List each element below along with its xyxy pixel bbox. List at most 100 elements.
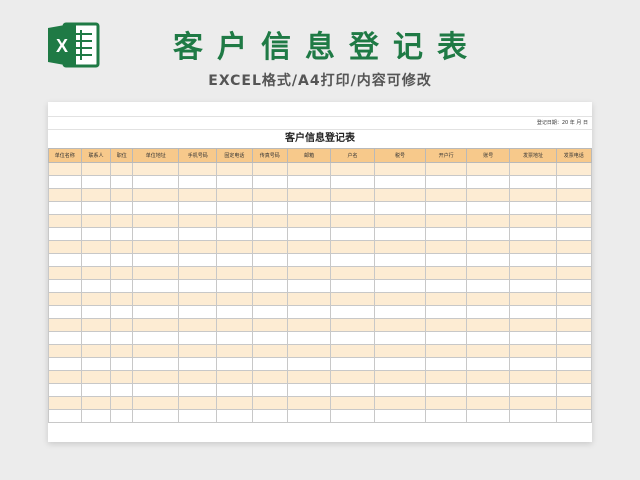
table-cell[interactable] <box>48 214 82 228</box>
table-cell[interactable] <box>555 214 592 228</box>
table-cell[interactable] <box>373 201 427 215</box>
table-cell[interactable] <box>110 396 134 410</box>
table-cell[interactable] <box>330 370 375 384</box>
table-cell[interactable] <box>251 396 288 410</box>
table-cell[interactable] <box>466 370 511 384</box>
table-cell[interactable] <box>110 279 134 293</box>
table-cell[interactable] <box>466 331 511 345</box>
table-cell[interactable] <box>555 383 592 397</box>
table-cell[interactable] <box>555 201 592 215</box>
table-cell[interactable] <box>286 201 332 215</box>
table-cell[interactable] <box>48 344 82 358</box>
table-cell[interactable] <box>132 227 180 241</box>
table-cell[interactable] <box>110 344 134 358</box>
table-cell[interactable] <box>110 201 134 215</box>
table-cell[interactable] <box>373 253 427 267</box>
table-cell[interactable] <box>132 162 180 176</box>
table-cell[interactable] <box>132 253 180 267</box>
table-cell[interactable] <box>48 331 82 345</box>
table-cell[interactable] <box>216 292 253 306</box>
table-cell[interactable] <box>216 344 253 358</box>
table-cell[interactable] <box>425 370 468 384</box>
table-cell[interactable] <box>110 214 134 228</box>
table-cell[interactable] <box>251 253 288 267</box>
table-cell[interactable] <box>216 370 253 384</box>
table-cell[interactable] <box>425 188 468 202</box>
table-cell[interactable] <box>330 201 375 215</box>
table-cell[interactable] <box>509 357 557 371</box>
table-cell[interactable] <box>466 292 511 306</box>
column-header[interactable]: 邮箱 <box>286 148 332 163</box>
column-header[interactable]: 账号 <box>466 148 511 163</box>
table-cell[interactable] <box>509 318 557 332</box>
table-cell[interactable] <box>216 357 253 371</box>
table-cell[interactable] <box>286 162 332 176</box>
table-cell[interactable] <box>425 201 468 215</box>
table-cell[interactable] <box>286 357 332 371</box>
table-cell[interactable] <box>178 318 218 332</box>
table-cell[interactable] <box>251 279 288 293</box>
table-cell[interactable] <box>132 175 180 189</box>
table-cell[interactable] <box>216 253 253 267</box>
table-cell[interactable] <box>251 331 288 345</box>
table-cell[interactable] <box>425 292 468 306</box>
table-cell[interactable] <box>330 175 375 189</box>
table-cell[interactable] <box>555 409 592 423</box>
table-cell[interactable] <box>178 409 218 423</box>
table-cell[interactable] <box>466 162 511 176</box>
table-cell[interactable] <box>251 240 288 254</box>
table-cell[interactable] <box>178 370 218 384</box>
table-cell[interactable] <box>555 318 592 332</box>
table-cell[interactable] <box>330 214 375 228</box>
table-cell[interactable] <box>286 227 332 241</box>
table-cell[interactable] <box>178 279 218 293</box>
table-cell[interactable] <box>132 331 180 345</box>
table-cell[interactable] <box>48 318 82 332</box>
table-cell[interactable] <box>286 331 332 345</box>
table-cell[interactable] <box>80 240 112 254</box>
table-cell[interactable] <box>286 279 332 293</box>
table-cell[interactable] <box>425 409 468 423</box>
table-cell[interactable] <box>80 214 112 228</box>
table-cell[interactable] <box>555 279 592 293</box>
table-cell[interactable] <box>330 318 375 332</box>
table-cell[interactable] <box>48 240 82 254</box>
table-cell[interactable] <box>330 409 375 423</box>
table-cell[interactable] <box>110 240 134 254</box>
table-cell[interactable] <box>555 227 592 241</box>
table-cell[interactable] <box>132 292 180 306</box>
table-cell[interactable] <box>178 227 218 241</box>
table-cell[interactable] <box>216 266 253 280</box>
table-cell[interactable] <box>509 201 557 215</box>
table-cell[interactable] <box>425 344 468 358</box>
column-header[interactable]: 职位 <box>110 148 134 163</box>
table-cell[interactable] <box>425 318 468 332</box>
table-cell[interactable] <box>509 396 557 410</box>
column-header[interactable]: 开户行 <box>425 148 468 163</box>
table-cell[interactable] <box>373 292 427 306</box>
table-cell[interactable] <box>425 383 468 397</box>
table-cell[interactable] <box>132 409 180 423</box>
table-cell[interactable] <box>509 344 557 358</box>
column-header[interactable]: 手机号码 <box>178 148 218 163</box>
table-cell[interactable] <box>555 357 592 371</box>
column-header[interactable]: 税号 <box>373 148 427 163</box>
table-cell[interactable] <box>132 318 180 332</box>
table-cell[interactable] <box>555 175 592 189</box>
table-cell[interactable] <box>373 331 427 345</box>
table-cell[interactable] <box>509 266 557 280</box>
table-cell[interactable] <box>80 409 112 423</box>
table-cell[interactable] <box>373 214 427 228</box>
table-cell[interactable] <box>178 344 218 358</box>
table-cell[interactable] <box>48 357 82 371</box>
table-cell[interactable] <box>466 214 511 228</box>
table-cell[interactable] <box>132 344 180 358</box>
table-cell[interactable] <box>373 357 427 371</box>
table-cell[interactable] <box>48 370 82 384</box>
table-cell[interactable] <box>555 344 592 358</box>
table-cell[interactable] <box>425 253 468 267</box>
table-cell[interactable] <box>251 318 288 332</box>
table-cell[interactable] <box>216 331 253 345</box>
table-cell[interactable] <box>286 292 332 306</box>
table-cell[interactable] <box>216 279 253 293</box>
